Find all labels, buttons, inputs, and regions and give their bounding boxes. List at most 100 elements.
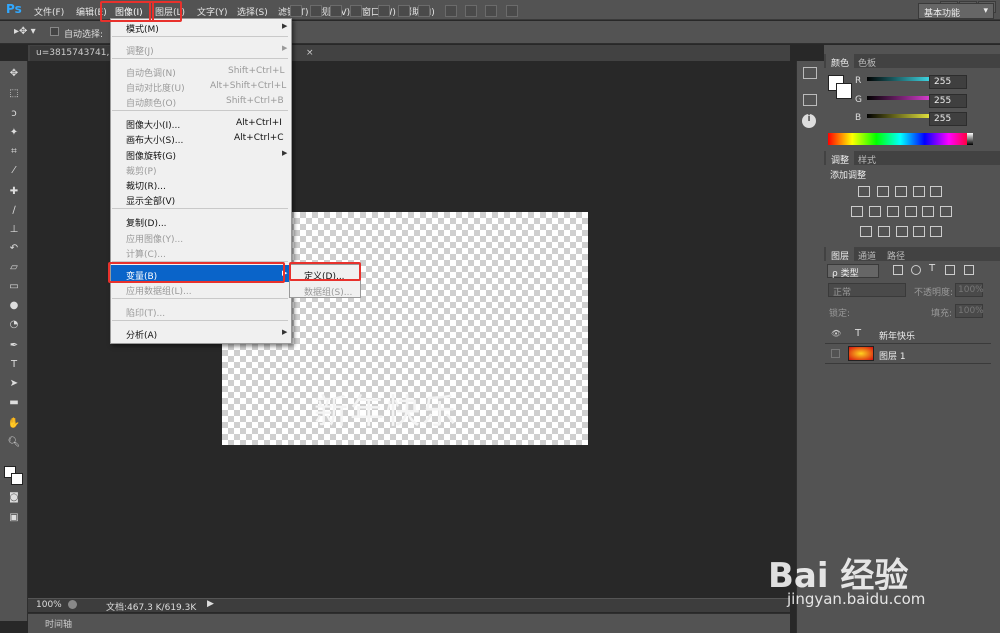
path-selection-tool-icon[interactable]: ➤ — [6, 378, 22, 392]
photo-filter-icon[interactable] — [905, 206, 917, 217]
submenu-item-data-sets[interactable]: 数据组(S)... — [304, 285, 352, 298]
menu-file[interactable]: 文件(F) — [34, 5, 64, 18]
menu-item-trap[interactable]: 陷印(T)... — [126, 306, 165, 319]
menu-separator — [112, 320, 288, 321]
tab-channels[interactable]: 通道 — [853, 247, 881, 262]
distribute-vcenter-icon[interactable] — [398, 5, 410, 17]
distribute-bottom-icon[interactable] — [418, 5, 430, 17]
eraser-tool-icon[interactable]: ▱ — [6, 262, 22, 276]
blur-tool-icon[interactable]: ● — [6, 300, 22, 314]
menu-item-calculations[interactable]: 计算(C)... — [126, 247, 166, 260]
chevron-down-icon: ▾ — [983, 6, 988, 16]
menu-item-auto-tone[interactable]: 自动色调(N) — [126, 66, 176, 79]
color-lookup-icon[interactable] — [940, 206, 952, 217]
lock-label: 锁定: — [829, 309, 851, 319]
canvas-text-layer: 新年快乐 — [314, 392, 458, 432]
menu-item-auto-color[interactable]: 自动颜色(O) — [126, 96, 176, 109]
blend-mode-select[interactable]: 正常 — [828, 283, 906, 298]
menu-item-auto-contrast[interactable]: 自动对比度(U) — [126, 81, 185, 94]
menu-item-trim[interactable]: 裁切(R)... — [126, 179, 166, 192]
workspace-select[interactable]: 基本功能 ▾ — [918, 3, 994, 19]
type-tool-icon[interactable]: T — [6, 359, 22, 373]
menu-type[interactable]: 文字(Y) — [197, 5, 228, 18]
exposure-icon[interactable] — [913, 186, 925, 197]
pen-tool-icon[interactable]: ✒ — [6, 340, 22, 354]
menu-item-mode[interactable]: 模式(M) — [126, 22, 159, 35]
move-tool-preset-icon[interactable]: ▸✥ ▾ — [14, 26, 36, 37]
zoom-tool-icon[interactable]: 🔍︎ — [6, 437, 22, 451]
menu-select[interactable]: 选择(S) — [237, 5, 268, 18]
menu-item-reveal-all[interactable]: 显示全部(V) — [126, 194, 175, 207]
menu-item-canvas-size[interactable]: 画布大小(S)... — [126, 133, 183, 146]
timeline-tab[interactable]: 时间轴 — [45, 617, 72, 630]
menu-separator — [112, 58, 288, 59]
fill-input[interactable]: 100% — [955, 304, 984, 318]
opacity-input[interactable]: 100% — [955, 283, 984, 297]
align-left-icon[interactable] — [350, 5, 362, 17]
menu-item-image-rotation[interactable]: 图像旋转(G) — [126, 149, 176, 162]
crop-tool-icon[interactable]: ⌗ — [6, 146, 22, 160]
healing-brush-tool-icon[interactable]: ✚ — [6, 186, 22, 200]
levels-icon[interactable] — [877, 186, 889, 197]
marquee-tool-icon[interactable]: ⬚ — [6, 88, 22, 102]
layer-row-image[interactable]: 图层 1 — [825, 344, 991, 364]
submenu-arrow-icon: ▶ — [282, 328, 288, 336]
distribute-right-icon[interactable] — [485, 5, 497, 17]
distribute-hcenter-icon[interactable] — [465, 5, 477, 17]
lasso-tool-icon[interactable]: ↄ — [6, 108, 22, 122]
tab-paths[interactable]: 路径 — [882, 247, 910, 262]
clone-stamp-tool-icon[interactable]: ⊥ — [6, 224, 22, 238]
annotation-box-menu-layer — [149, 1, 182, 22]
gradient-tool-icon[interactable]: ▭ — [6, 281, 22, 295]
threshold-icon[interactable] — [896, 226, 908, 237]
background-color-swatch[interactable] — [11, 473, 23, 485]
distribute-left-icon[interactable] — [445, 5, 457, 17]
menu-item-duplicate[interactable]: 复制(D)... — [126, 216, 167, 229]
menu-item-apply-data-set[interactable]: 应用数据组(L)... — [126, 284, 192, 297]
annotation-box-variables — [108, 262, 285, 283]
align-bottom-icon[interactable] — [330, 5, 342, 17]
curves-icon[interactable] — [895, 186, 907, 197]
brightness-icon[interactable] — [858, 186, 870, 197]
status-info-icon[interactable] — [68, 600, 77, 609]
shortcut-auto-tone: Shift+Ctrl+L — [228, 66, 285, 76]
invert-icon[interactable] — [860, 226, 872, 237]
brush-tool-icon[interactable]: ∕ — [6, 205, 22, 219]
rectangle-tool-icon[interactable]: ▬ — [6, 397, 22, 411]
posterize-icon[interactable] — [878, 226, 890, 237]
screen-mode-icon[interactable]: ▣ — [6, 512, 22, 526]
menu-item-analysis[interactable]: 分析(A) — [126, 328, 157, 341]
channel-mixer-icon[interactable] — [922, 206, 934, 217]
menu-item-apply-image[interactable]: 应用图像(Y)... — [126, 232, 183, 245]
color-balance-icon[interactable] — [869, 206, 881, 217]
dodge-tool-icon[interactable]: ◔ — [6, 319, 22, 333]
shortcut-image-size: Alt+Ctrl+I — [236, 118, 282, 128]
selective-color-icon[interactable] — [913, 226, 925, 237]
auto-align-icon[interactable] — [506, 5, 518, 17]
move-tool-icon[interactable]: ✥ — [6, 68, 22, 82]
gradient-map-icon[interactable] — [930, 226, 942, 237]
history-brush-tool-icon[interactable]: ↶ — [6, 243, 22, 257]
layer-name: 图层 1 — [879, 352, 906, 362]
magic-wand-tool-icon[interactable]: ✦ — [6, 127, 22, 141]
vibrance-icon[interactable] — [930, 186, 942, 197]
menu-item-crop[interactable]: 裁剪(P) — [126, 164, 156, 177]
auto-select-checkbox[interactable] — [50, 27, 59, 36]
visibility-toggle[interactable] — [831, 349, 840, 358]
menu-item-adjustments[interactable]: 调整(J) — [126, 44, 154, 57]
menu-item-image-size[interactable]: 图像大小(I)... — [126, 118, 180, 131]
tab-layers[interactable]: 图层 — [826, 247, 855, 262]
hand-tool-icon[interactable]: ✋ — [6, 418, 22, 432]
status-arrow-icon[interactable]: ▶ — [207, 599, 214, 609]
photoshop-logo: Ps — [6, 2, 22, 16]
hue-saturation-icon[interactable] — [851, 206, 863, 217]
quick-mask-icon[interactable]: ◙ — [6, 492, 22, 506]
align-top-icon[interactable] — [290, 5, 302, 17]
submenu-arrow-icon: ▶ — [282, 44, 288, 52]
zoom-level[interactable]: 100% — [36, 600, 62, 610]
align-vcenter-icon[interactable] — [310, 5, 322, 17]
eyedropper-tool-icon[interactable]: ⁄ — [6, 165, 22, 179]
distribute-top-icon[interactable] — [378, 5, 390, 17]
menu-separator — [112, 208, 288, 209]
black-white-icon[interactable] — [887, 206, 899, 217]
